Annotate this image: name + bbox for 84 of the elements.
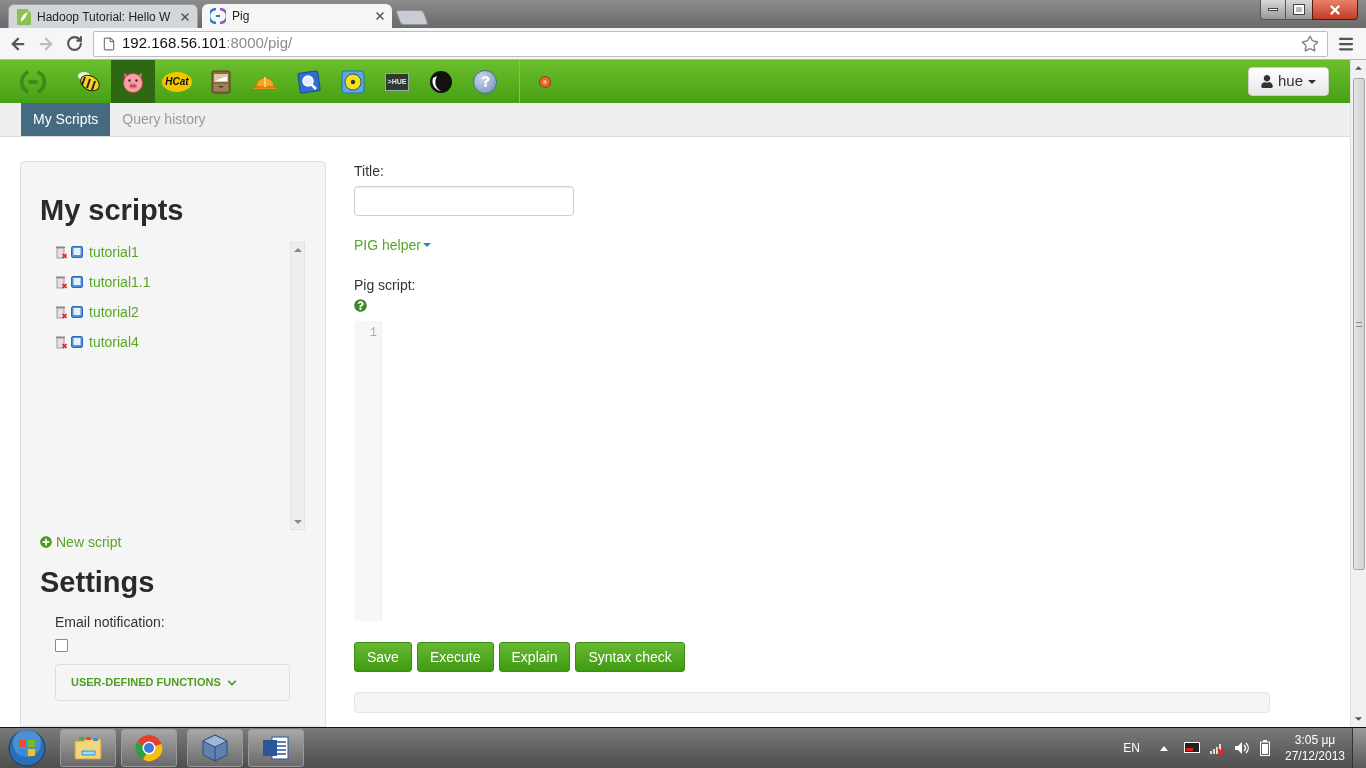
document-icon[interactable] [71, 336, 83, 348]
battery-icon[interactable] [1260, 740, 1270, 756]
script-link[interactable]: tutorial1 [89, 241, 139, 263]
document-icon [262, 735, 290, 761]
status-dot-icon[interactable] [539, 75, 551, 88]
folder-icon [73, 735, 103, 761]
help-icon[interactable] [354, 299, 367, 312]
caret-icon [1308, 79, 1316, 84]
sphere-icon [429, 69, 453, 94]
new-tab-button[interactable] [395, 10, 429, 25]
triangle-up-icon [293, 248, 302, 252]
start-orb-icon[interactable] [8, 729, 46, 767]
monitor-icon[interactable] [1184, 742, 1200, 754]
script-link[interactable]: tutorial2 [89, 301, 139, 323]
cube-icon [202, 734, 228, 762]
star-icon[interactable] [1301, 34, 1319, 53]
taskbar-button[interactable] [60, 729, 116, 767]
title-input[interactable] [354, 186, 574, 216]
speaker-icon[interactable] [1234, 741, 1250, 755]
line-number: 1 [369, 325, 377, 341]
scrollbar[interactable] [1350, 60, 1366, 727]
action-button[interactable]: Explain [498, 642, 571, 672]
signal-icon[interactable] [1209, 741, 1225, 755]
action-button[interactable]: Execute [416, 642, 494, 672]
triangle-up-icon [1355, 66, 1362, 70]
field-label: Title: [354, 162, 384, 181]
field-label: Email notification: [55, 613, 165, 632]
user-menu-button[interactable]: hue [1248, 67, 1329, 96]
taskbar-button[interactable] [121, 729, 177, 767]
ring-logo-icon [135, 734, 163, 762]
document-icon[interactable] [71, 246, 83, 258]
checkbox[interactable] [55, 639, 68, 652]
trash-icon[interactable] [55, 245, 67, 259]
browser-tab[interactable]: Hadoop Tutorial: Hello W [8, 4, 198, 28]
triangle-down-icon [1355, 717, 1362, 721]
triangle-down-icon [293, 520, 302, 524]
trash-icon[interactable] [55, 275, 67, 289]
close-icon [1328, 2, 1342, 17]
app-button[interactable]: HCat [155, 60, 199, 103]
restore-icon [1294, 5, 1304, 14]
chevron-down-icon [226, 677, 237, 688]
magnifier-icon [297, 69, 321, 94]
scrollbar[interactable] [290, 242, 305, 530]
pig-icon [121, 70, 145, 93]
plus-icon [40, 536, 52, 548]
close-button[interactable] [1312, 0, 1358, 20]
address-field[interactable]: 192.168.56.101:8000/pig/ [93, 30, 1328, 57]
close-icon[interactable] [179, 10, 191, 23]
trash-icon[interactable] [55, 305, 67, 319]
action-button[interactable]: Save [354, 642, 412, 672]
script-link[interactable]: tutorial4 [89, 331, 139, 353]
section-heading: Settings [40, 565, 155, 600]
show-desktop-button[interactable] [1352, 728, 1366, 768]
script-link[interactable]: tutorial1.1 [89, 271, 151, 293]
file-cabinet-icon [211, 69, 231, 94]
page-icon [102, 36, 116, 51]
section-heading: My scripts [40, 193, 184, 228]
taskbar-button[interactable] [248, 729, 304, 767]
minimize-button[interactable] [1260, 0, 1286, 20]
new-script-link[interactable]: New script [40, 534, 122, 550]
user-icon [1261, 75, 1273, 88]
nav-tab[interactable]: Query history [110, 103, 218, 136]
language-indicator[interactable]: EN [1123, 739, 1140, 757]
document-icon[interactable] [71, 306, 83, 318]
reload-icon [65, 35, 83, 52]
leaf-page-icon [17, 8, 31, 25]
browser-tab[interactable]: Pig [202, 4, 392, 28]
udf-toggle[interactable]: USER-DEFINED FUNCTIONS [55, 664, 290, 701]
field-label: Pig script: [354, 276, 416, 295]
document-icon[interactable] [71, 276, 83, 288]
triangle-up-icon[interactable] [1160, 745, 1168, 751]
action-button[interactable]: Syntax check [575, 642, 685, 672]
nav-tab[interactable]: My Scripts [21, 103, 111, 136]
caret-icon [422, 243, 431, 247]
clock[interactable]: 3:05 μμ 27/12/2013 [1284, 732, 1346, 764]
logo-icon [210, 8, 226, 24]
restore-button[interactable] [1286, 0, 1312, 20]
bee-icon [76, 69, 102, 94]
close-icon[interactable] [374, 10, 386, 22]
helper-link[interactable]: PIG helper [354, 235, 431, 255]
trash-icon[interactable] [55, 335, 67, 349]
minimize-icon [1268, 8, 1278, 11]
help-icon [473, 69, 497, 94]
taskbar-button[interactable] [187, 729, 243, 767]
